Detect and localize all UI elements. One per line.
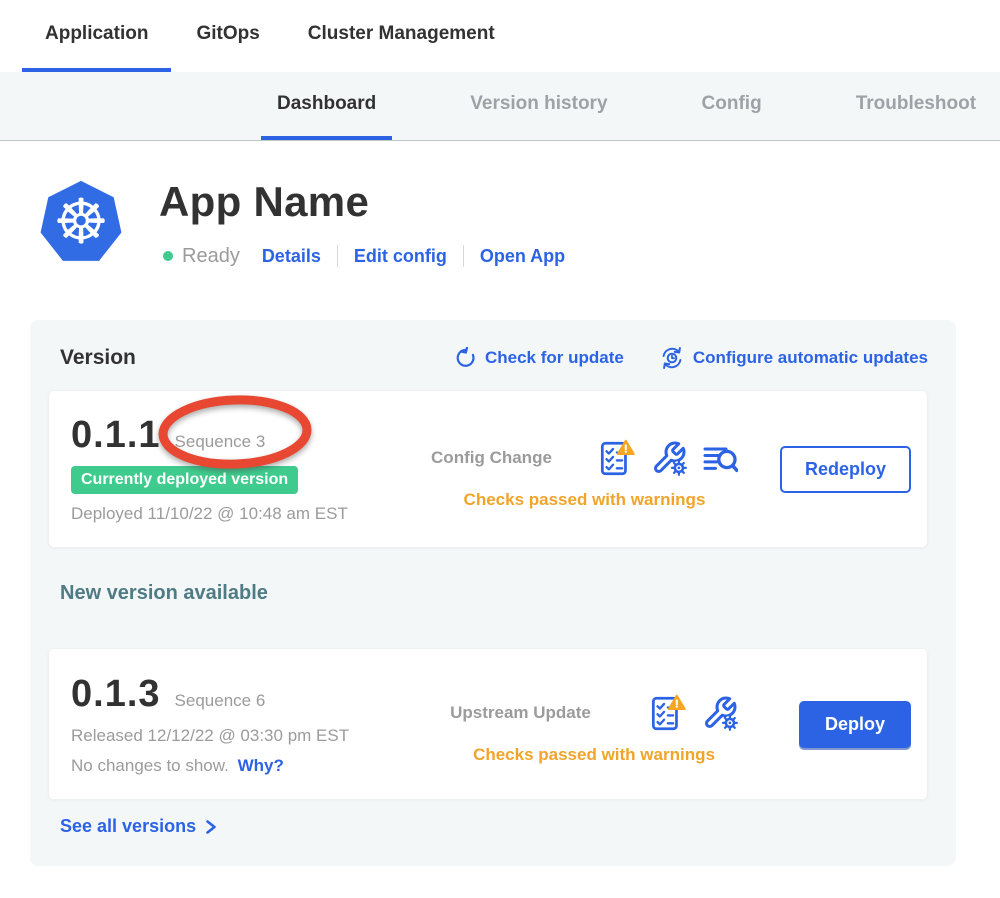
currently-deployed-badge: Currently deployed version xyxy=(71,466,298,494)
configure-automatic-updates-link[interactable]: Configure automatic updates xyxy=(660,346,928,370)
change-type-label: Config Change xyxy=(431,448,552,468)
app-sub-nav: Dashboard Version history Config Trouble… xyxy=(0,72,1000,141)
new-version-heading: New version available xyxy=(60,582,268,605)
configure-automatic-updates-label: Configure automatic updates xyxy=(693,348,928,368)
available-version-status: Upstream Update xyxy=(401,693,787,765)
preflight-checks-warning-icon[interactable] xyxy=(596,438,636,478)
divider xyxy=(463,245,464,267)
change-type-label: Upstream Update xyxy=(450,703,591,723)
details-link[interactable]: Details xyxy=(262,246,321,267)
version-panel-title: Version xyxy=(60,346,136,370)
why-link[interactable]: Why? xyxy=(238,756,284,775)
ready-status-dot-icon xyxy=(163,251,173,261)
version-panel-actions: Check for update Configure automatic upd… xyxy=(454,346,928,370)
tab-version-history[interactable]: Version history xyxy=(454,72,623,140)
deploy-button[interactable]: Deploy xyxy=(799,701,911,748)
current-version-status: Config Change xyxy=(401,438,768,510)
current-version-sequence: Sequence 3 xyxy=(175,432,266,452)
check-for-update-label: Check for update xyxy=(485,348,624,368)
no-changes-text: No changes to show. xyxy=(71,756,229,775)
current-version-card: 0.1.1 Sequence 3 Currently deployed vers… xyxy=(48,390,928,548)
wrench-gear-config-icon[interactable] xyxy=(651,440,687,476)
available-version-info: 0.1.3 Sequence 6 Released 12/12/22 @ 03:… xyxy=(71,673,401,776)
tab-config[interactable]: Config xyxy=(686,72,778,140)
redeploy-button[interactable]: Redeploy xyxy=(780,446,911,493)
app-status-label: Ready xyxy=(182,245,240,268)
edit-config-link[interactable]: Edit config xyxy=(354,246,447,267)
refresh-icon xyxy=(454,347,476,369)
app-name-title: App Name xyxy=(159,178,369,226)
tab-gitops[interactable]: GitOps xyxy=(173,0,282,72)
available-version-sequence: Sequence 6 xyxy=(175,691,266,711)
check-for-update-link[interactable]: Check for update xyxy=(454,347,624,369)
clock-refresh-icon xyxy=(660,346,684,370)
preflight-checks-warning-icon[interactable] xyxy=(647,693,687,733)
see-all-versions-link[interactable]: See all versions xyxy=(60,816,219,837)
released-timestamp: Released 12/12/22 @ 03:30 pm EST xyxy=(71,726,401,746)
tab-troubleshoot[interactable]: Troubleshoot xyxy=(840,72,992,140)
open-app-link[interactable]: Open App xyxy=(480,246,565,267)
view-diff-icon[interactable] xyxy=(702,440,738,476)
version-panel-header: Version Check for update Configure xyxy=(60,346,928,370)
divider xyxy=(337,245,338,267)
current-version-info: 0.1.1 Sequence 3 Currently deployed vers… xyxy=(71,414,401,524)
kubernetes-helm-icon: ☸ xyxy=(53,191,109,253)
available-version-number: 0.1.3 xyxy=(71,673,161,716)
checks-status-text: Checks passed with warnings xyxy=(464,490,706,510)
tab-application[interactable]: Application xyxy=(22,0,171,72)
tab-cluster-management[interactable]: Cluster Management xyxy=(285,0,518,72)
primary-nav: Application GitOps Cluster Management xyxy=(0,0,1000,72)
app-status-row: Ready Details Edit config Open App xyxy=(163,243,565,269)
see-all-versions-label: See all versions xyxy=(60,816,196,837)
current-version-number: 0.1.1 xyxy=(71,414,161,457)
tab-dashboard[interactable]: Dashboard xyxy=(261,72,392,140)
chevron-right-icon xyxy=(203,818,219,836)
available-version-card: 0.1.3 Sequence 6 Released 12/12/22 @ 03:… xyxy=(48,648,928,800)
wrench-gear-config-icon[interactable] xyxy=(702,695,738,731)
checks-status-text: Checks passed with warnings xyxy=(473,745,715,765)
deployed-timestamp: Deployed 11/10/22 @ 10:48 am EST xyxy=(71,504,401,524)
kubernetes-logo: ☸ xyxy=(38,180,124,266)
version-panel: Version Check for update Configure xyxy=(30,320,956,866)
